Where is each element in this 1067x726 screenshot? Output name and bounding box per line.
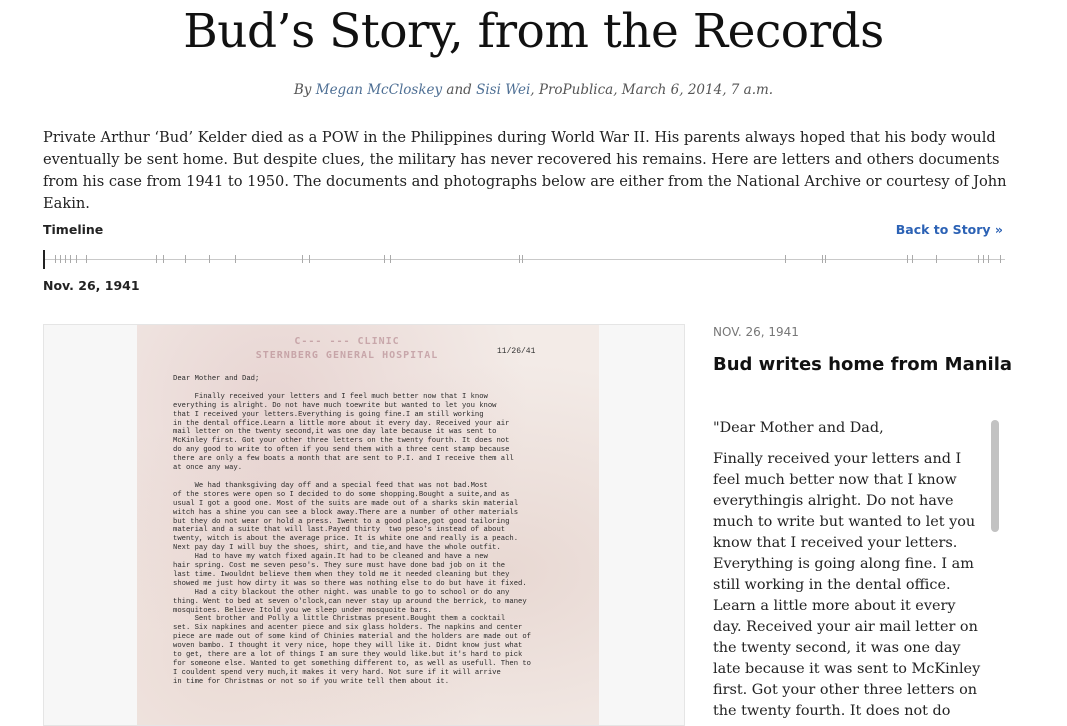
timeline-marker[interactable]: [86, 255, 87, 263]
letter-scan-date: 11/26/41: [497, 347, 536, 356]
timeline-marker[interactable]: [209, 255, 210, 263]
letterhead-stamp: C--- --- CLINIC STERNBERG GENERAL HOSPITA…: [255, 336, 439, 361]
timeline-marker[interactable]: [912, 255, 913, 263]
timeline-marker[interactable]: [936, 255, 937, 263]
timeline-marker[interactable]: [65, 255, 66, 263]
timeline-track[interactable]: [43, 249, 1005, 269]
document-viewer: C--- --- CLINIC STERNBERG GENERAL HOSPITA…: [43, 324, 685, 726]
timeline-marker[interactable]: [519, 255, 520, 263]
transcript-text: "Dear Mother and Dad, Finally received y…: [713, 418, 983, 718]
timeline-marker[interactable]: [785, 255, 786, 263]
back-to-story-link[interactable]: Back to Story »: [896, 222, 1003, 237]
byline-source-date: , ProPublica, March 6, 2014, 7 a.m.: [530, 82, 774, 98]
timeline-marker[interactable]: [988, 255, 989, 263]
byline: By Megan McCloskey and Sisi Wei, ProPubl…: [0, 82, 1067, 98]
author-link-2[interactable]: Sisi Wei: [476, 82, 530, 98]
entry-title: Bud writes home from Manila: [713, 354, 1013, 375]
timeline-marker-current[interactable]: [43, 250, 45, 269]
timeline-marker[interactable]: [70, 255, 71, 263]
timeline-marker[interactable]: [1000, 255, 1001, 263]
letter-scan-text: Dear Mother and Dad; Finally received yo…: [173, 375, 531, 686]
entry-date: NOV. 26, 1941: [713, 325, 799, 339]
timeline-marker[interactable]: [390, 255, 391, 263]
page-title: Bud’s Story, from the Records: [183, 4, 884, 59]
timeline-marker[interactable]: [822, 255, 823, 263]
timeline-marker[interactable]: [76, 255, 77, 263]
timeline-label: Timeline: [43, 222, 104, 237]
timeline-marker[interactable]: [235, 255, 236, 263]
timeline-marker[interactable]: [309, 255, 310, 263]
transcript-scrollbar[interactable]: [991, 420, 999, 532]
intro-paragraph: Private Arthur ‘Bud’ Kelder died as a PO…: [43, 129, 1007, 212]
timeline-current-date: Nov. 26, 1941: [43, 278, 140, 293]
timeline-marker[interactable]: [156, 255, 157, 263]
transcript-paragraph-2: Finally received your letters and I feel…: [713, 451, 981, 718]
timeline-marker[interactable]: [978, 255, 979, 263]
author-link-1[interactable]: Megan McCloskey: [316, 82, 442, 98]
timeline-line: [43, 259, 1005, 260]
transcript-paragraph-1: "Dear Mother and Dad,: [713, 420, 884, 436]
timeline-marker[interactable]: [384, 255, 385, 263]
timeline-marker[interactable]: [185, 255, 186, 263]
timeline-marker[interactable]: [907, 255, 908, 263]
timeline-marker[interactable]: [163, 255, 164, 263]
timeline-marker[interactable]: [302, 255, 303, 263]
timeline-marker[interactable]: [983, 255, 984, 263]
timeline-marker[interactable]: [60, 255, 61, 263]
timeline-marker[interactable]: [55, 255, 56, 263]
letter-scan: C--- --- CLINIC STERNBERG GENERAL HOSPITA…: [137, 325, 599, 725]
byline-prefix: By: [293, 82, 312, 98]
byline-and: and: [446, 82, 472, 98]
transcript-panel[interactable]: "Dear Mother and Dad, Finally received y…: [713, 418, 1003, 718]
timeline-marker[interactable]: [825, 255, 826, 263]
timeline-marker[interactable]: [522, 255, 523, 263]
